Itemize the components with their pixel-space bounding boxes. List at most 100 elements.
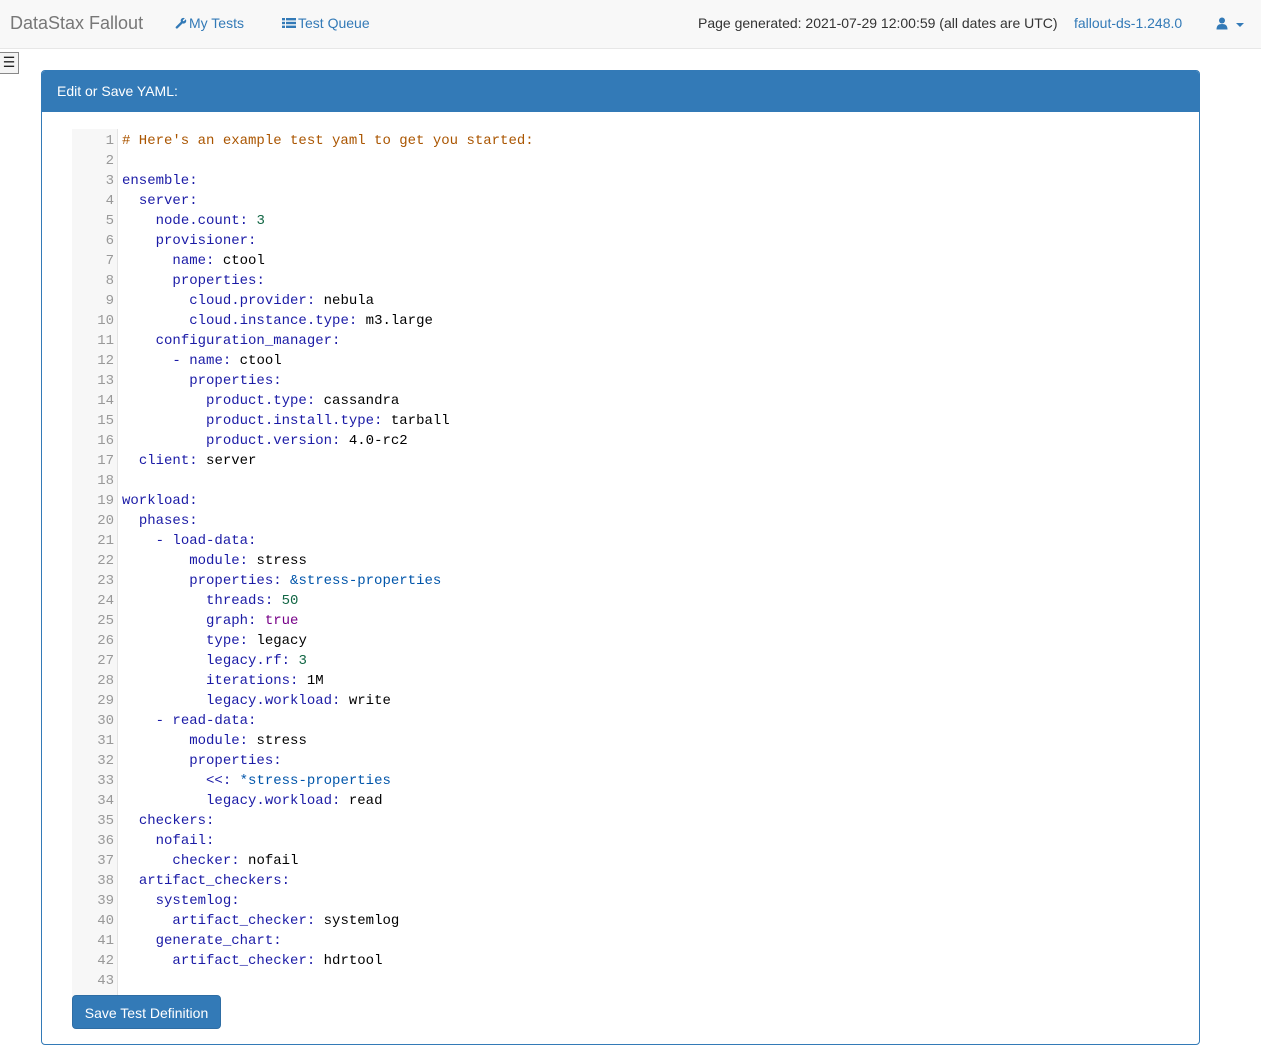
- code-token: :: [248, 613, 265, 629]
- code-token: :: [206, 253, 223, 269]
- code-token: phases: [138, 513, 190, 529]
- code-line[interactable]: 22 module: stress: [72, 551, 1198, 571]
- nav-test-queue-label: Test Queue: [298, 15, 370, 31]
- code-line[interactable]: 23 properties: &stress-properties: [72, 571, 1198, 591]
- line-number: 29: [97, 693, 114, 709]
- code-line[interactable]: 37 checker: nofail: [72, 851, 1198, 871]
- top-navbar: DataStax Fallout My Tests Test Queue Pag…: [0, 0, 1261, 49]
- code-token: :: [189, 493, 198, 509]
- code-line[interactable]: 20 phases:: [72, 511, 1198, 531]
- version-link[interactable]: fallout-ds-1.248.0: [1074, 15, 1182, 31]
- code-line[interactable]: 19 workload:: [72, 491, 1198, 511]
- code-token: product.version: [206, 433, 333, 449]
- save-test-definition-button[interactable]: Save Test Definition: [72, 995, 221, 1029]
- code-line[interactable]: 4 server:: [72, 191, 1198, 211]
- line-number: 11: [97, 333, 114, 349]
- code-line[interactable]: 35 checkers:: [72, 811, 1198, 831]
- code-line[interactable]: 43: [72, 971, 1198, 991]
- code-line[interactable]: 36 nofail:: [72, 831, 1198, 851]
- line-number: 19: [97, 493, 114, 509]
- code-token: :: [189, 193, 198, 209]
- code-line[interactable]: 13 properties:: [72, 371, 1198, 391]
- code-line[interactable]: 6 provisioner:: [72, 231, 1198, 251]
- code-token: artifact_checker: [172, 913, 307, 929]
- brand-link[interactable]: DataStax Fallout: [10, 13, 143, 34]
- code-token: *stress-properties: [239, 773, 391, 789]
- code-token: provisioner: [155, 233, 249, 249]
- code-line[interactable]: 34 legacy.workload: read: [72, 791, 1198, 811]
- code-text: cloud.provider: nebula: [122, 291, 374, 311]
- code-line[interactable]: 31 module: stress: [72, 731, 1198, 751]
- code-line[interactable]: 38 artifact_checkers:: [72, 871, 1198, 891]
- code-line[interactable]: 11 configuration_manager:: [72, 331, 1198, 351]
- nav-my-tests[interactable]: My Tests: [175, 15, 244, 31]
- code-token: :: [306, 393, 324, 409]
- line-number: 40: [97, 913, 114, 929]
- code-line[interactable]: 33 <<: *stress-properties: [72, 771, 1198, 791]
- code-line[interactable]: 5 node.count: 3: [72, 211, 1198, 231]
- code-line[interactable]: 18: [72, 471, 1198, 491]
- line-number: 35: [97, 813, 114, 829]
- code-line[interactable]: 9 cloud.provider: nebula: [72, 291, 1198, 311]
- code-token: 3: [298, 653, 307, 669]
- line-number: 33: [97, 773, 114, 789]
- code-line[interactable]: 42 artifact_checker: hdrtool: [72, 951, 1198, 971]
- code-line[interactable]: 24 threads: 50: [72, 591, 1198, 611]
- user-menu-dropdown[interactable]: [1216, 15, 1245, 31]
- code-token: :: [273, 933, 282, 949]
- code-line[interactable]: 21 - load-data:: [72, 531, 1198, 551]
- code-line[interactable]: 17 client: server: [72, 451, 1198, 471]
- code-line[interactable]: 1 # Here's an example test yaml to get yo…: [72, 131, 1198, 151]
- code-token: m3.large: [365, 313, 433, 329]
- code-line[interactable]: 28 iterations: 1M: [72, 671, 1198, 691]
- code-line[interactable]: 39 systemlog:: [72, 891, 1198, 911]
- code-line[interactable]: 14 product.type: cassandra: [72, 391, 1198, 411]
- nav-test-queue[interactable]: Test Queue: [282, 15, 370, 31]
- code-text: cloud.instance.type: m3.large: [122, 311, 433, 331]
- code-line[interactable]: 25 graph: true: [72, 611, 1198, 631]
- code-line[interactable]: 15 product.install.type: tarball: [72, 411, 1198, 431]
- code-line[interactable]: 3 ensemble:: [72, 171, 1198, 191]
- code-text: node.count: 3: [122, 211, 265, 231]
- code-token: module: [189, 553, 240, 569]
- code-token: node.count: [155, 213, 240, 229]
- code-line[interactable]: 16 product.version: 4.0-rc2: [72, 431, 1198, 451]
- code-line[interactable]: 32 properties:: [72, 751, 1198, 771]
- code-token: systemlog: [155, 893, 232, 909]
- code-line[interactable]: 30 - read-data:: [72, 711, 1198, 731]
- code-token: :: [222, 773, 240, 789]
- code-token: <<: [206, 773, 223, 789]
- line-number: 18: [97, 473, 114, 489]
- code-line[interactable]: 26 type: legacy: [72, 631, 1198, 651]
- code-token: :: [189, 173, 198, 189]
- code-line[interactable]: 40 artifact_checker: systemlog: [72, 911, 1198, 931]
- code-text: configuration_manager:: [122, 331, 341, 351]
- code-token: :: [281, 653, 299, 669]
- code-line[interactable]: 12 - name: ctool: [72, 351, 1198, 371]
- code-line[interactable]: 2: [72, 151, 1198, 171]
- code-token: properties: [189, 573, 274, 589]
- code-line[interactable]: 29 legacy.workload: write: [72, 691, 1198, 711]
- code-text: legacy.workload: write: [122, 691, 391, 711]
- code-text: generate_chart:: [122, 931, 282, 951]
- yaml-code-editor[interactable]: 1 # Here's an example test yaml to get yo…: [72, 129, 1198, 997]
- sidebar-toggle-button[interactable]: ☰: [0, 52, 19, 74]
- code-line[interactable]: 7 name: ctool: [72, 251, 1198, 271]
- code-line[interactable]: 8 properties:: [72, 271, 1198, 291]
- code-line[interactable]: 41 generate_chart:: [72, 931, 1198, 951]
- code-line[interactable]: 27 legacy.rf: 3: [72, 651, 1198, 671]
- code-token: :: [239, 213, 257, 229]
- code-line[interactable]: 10 cloud.instance.type: m3.large: [72, 311, 1198, 331]
- code-token: hdrtool: [323, 953, 383, 969]
